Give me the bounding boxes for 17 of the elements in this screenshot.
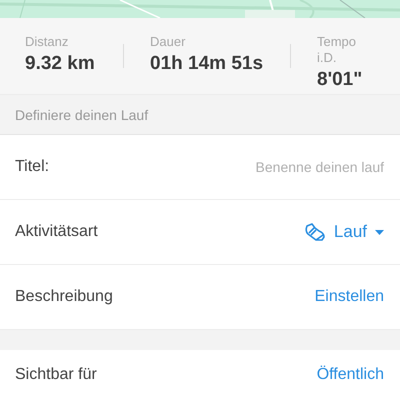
row-link[interactable]: Einstellen xyxy=(314,288,384,306)
stat-value: 8'01" xyxy=(317,69,364,91)
caret-icon xyxy=(375,230,384,234)
row-label: Aktivitätsart xyxy=(15,223,98,241)
stat-label: Distanz xyxy=(25,34,70,50)
shoe-icon xyxy=(304,222,326,242)
section-title: Definiere deinen Lauf xyxy=(15,106,148,122)
stat-label: Tempo i.D. xyxy=(317,34,357,66)
activity-dropdown[interactable]: Lauf xyxy=(304,222,384,242)
title-field[interactable]: Benenne deinen lauf xyxy=(224,159,384,175)
row-link[interactable]: Öffentlich xyxy=(316,366,384,384)
stat-label: Dauer xyxy=(150,34,186,50)
stat-value: 01h 14m 51s xyxy=(150,53,264,75)
row-label: Sichtbar für xyxy=(15,366,97,384)
row-label: Beschreibung xyxy=(15,288,113,306)
stat-value: 9.32 km xyxy=(25,53,96,75)
row-label: Titel: xyxy=(15,158,50,176)
